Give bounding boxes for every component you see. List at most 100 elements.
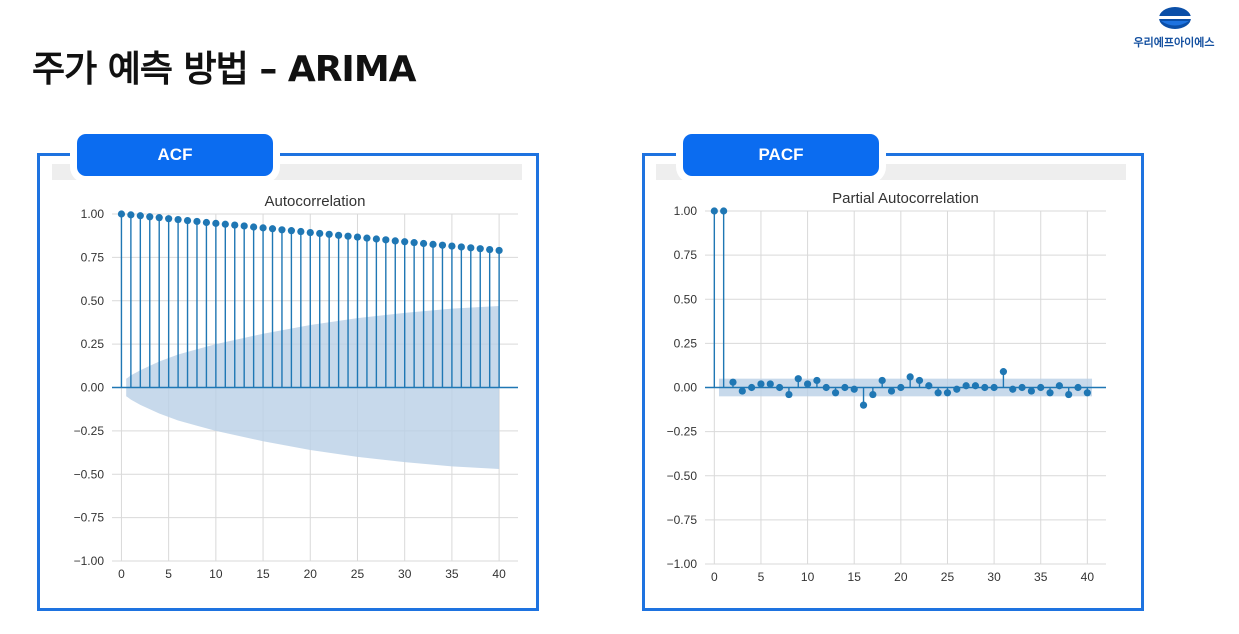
acf-x-tick-label: 25 — [351, 567, 365, 581]
logo-mark-icon — [1159, 7, 1191, 29]
acf-x-tick-label: 5 — [165, 567, 172, 581]
acf-marker — [448, 242, 456, 250]
pacf-marker — [953, 385, 961, 393]
acf-marker — [287, 227, 295, 235]
acf-y-tick-label: 0.75 — [81, 250, 105, 264]
pacf-marker — [748, 383, 756, 392]
acf-x-tick-label: 20 — [304, 567, 318, 581]
pacf-marker — [1046, 389, 1054, 397]
pacf-marker — [776, 383, 784, 392]
acf-y-tick-label: 0.50 — [81, 294, 105, 308]
acf-marker — [419, 239, 428, 248]
pacf-y-tick-label: 0.75 — [674, 248, 698, 262]
acf-marker — [316, 229, 324, 238]
pacf-marker — [1027, 387, 1035, 395]
acf-marker — [325, 230, 333, 238]
pacf-marker — [906, 373, 914, 381]
acf-marker — [306, 228, 314, 237]
pacf-y-tick-label: 0.25 — [674, 336, 698, 350]
acf-marker — [165, 215, 173, 223]
pacf-y-tick-label: −1.00 — [667, 557, 698, 571]
pacf-x-tick-label: 20 — [894, 570, 908, 584]
pacf-marker — [729, 378, 737, 386]
pacf-marker — [915, 376, 924, 385]
acf-marker — [202, 218, 211, 227]
acf-marker — [221, 220, 229, 228]
pacf-marker — [803, 380, 812, 388]
pacf-y-tick-label: 1.00 — [674, 204, 698, 218]
acf-marker — [344, 232, 352, 240]
pacf-marker — [990, 383, 998, 392]
logo-text: 우리에프아이에스 — [1133, 36, 1215, 49]
acf-marker — [486, 245, 494, 254]
pacf-x-tick-label: 10 — [801, 570, 815, 584]
acf-marker — [183, 216, 192, 225]
pacf-x-tick-label: 15 — [848, 570, 862, 584]
pacf-marker — [1009, 385, 1017, 393]
pacf-marker — [738, 387, 746, 395]
pacf-x-tick-label: 25 — [941, 570, 955, 584]
pacf-marker — [757, 380, 765, 388]
pacf-marker — [1037, 383, 1045, 392]
acf-marker — [231, 221, 239, 229]
acf-marker — [278, 226, 286, 234]
pacf-y-tick-label: −0.75 — [667, 513, 698, 527]
acf-y-tick-label: 1.00 — [81, 207, 105, 221]
acf-marker — [401, 238, 409, 246]
acf-y-tick-label: 0.25 — [81, 337, 105, 351]
acf-marker — [212, 219, 220, 227]
acf-marker — [155, 214, 163, 222]
acf-y-tick-label: −0.25 — [74, 424, 105, 438]
acf-marker — [438, 241, 447, 249]
pacf-marker — [831, 389, 840, 397]
pacf-marker — [710, 207, 718, 215]
pacf-marker — [887, 387, 896, 395]
acf-tab-label: ACF — [77, 134, 273, 176]
pacf-x-tick-label: 35 — [1034, 570, 1048, 584]
pacf-marker — [822, 383, 830, 392]
company-logo: 우리에프아이에스 — [1112, 4, 1236, 52]
acf-marker — [146, 213, 154, 221]
pacf-marker — [878, 376, 886, 385]
pacf-y-tick-label: 0.00 — [674, 381, 698, 395]
pacf-chart: 0 5 10 15 20 25 30 35 40 1.00 0.75 0.50 0.25 0.00 −0.2… — [656, 164, 1130, 600]
pacf-marker — [943, 389, 952, 397]
pacf-chart-svg: 0 5 10 15 20 25 30 35 40 1.00 0.75 0.50 0.25 0.00 −0.2… — [656, 164, 1126, 584]
acf-marker — [127, 211, 135, 219]
acf-y-tick-label: 0.00 — [81, 381, 105, 395]
pacf-marker — [841, 383, 849, 392]
pacf-y-tick-label: −0.50 — [667, 469, 698, 483]
acf-marker — [382, 236, 390, 244]
acf-chart-svg: 0 5 10 15 20 25 30 35 40 1.00 0.75 0.50 0.25 0.00 −0.2… — [52, 164, 522, 581]
pacf-y-tick-label: −0.25 — [667, 425, 698, 439]
acf-marker — [240, 222, 248, 230]
pacf-marker — [999, 368, 1008, 376]
pacf-x-tick-label: 30 — [987, 570, 1001, 584]
acf-marker — [476, 245, 484, 253]
pacf-y-tick-label: 0.50 — [674, 292, 698, 306]
pacf-marker — [859, 401, 868, 409]
pacf-marker — [785, 390, 793, 399]
pacf-marker — [971, 382, 980, 390]
acf-marker — [495, 246, 503, 255]
acf-x-tick-label: 30 — [398, 567, 412, 581]
acf-marker — [353, 233, 362, 241]
pacf-marker — [925, 382, 933, 390]
pacf-marker — [1074, 383, 1082, 392]
pacf-marker — [897, 383, 905, 392]
acf-marker — [372, 235, 380, 243]
acf-x-tick-label: 40 — [492, 567, 506, 581]
pacf-marker — [962, 382, 970, 390]
pacf-marker — [850, 385, 858, 393]
pacf-marker — [813, 376, 821, 385]
acf-marker — [457, 243, 465, 251]
acf-marker — [117, 210, 126, 218]
acf-x-tick-label: 0 — [118, 567, 125, 581]
pacf-marker — [1055, 382, 1063, 390]
acf-marker — [259, 224, 267, 232]
acf-marker — [410, 239, 418, 247]
pacf-chart-title: Partial Autocorrelation — [832, 190, 979, 207]
pacf-marker — [934, 389, 942, 397]
acf-chart: 0 5 10 15 20 25 30 35 40 1.00 0.75 0.50 0.25 0.00 −0.2… — [52, 164, 524, 600]
pacf-x-tick-label: 5 — [758, 570, 765, 584]
